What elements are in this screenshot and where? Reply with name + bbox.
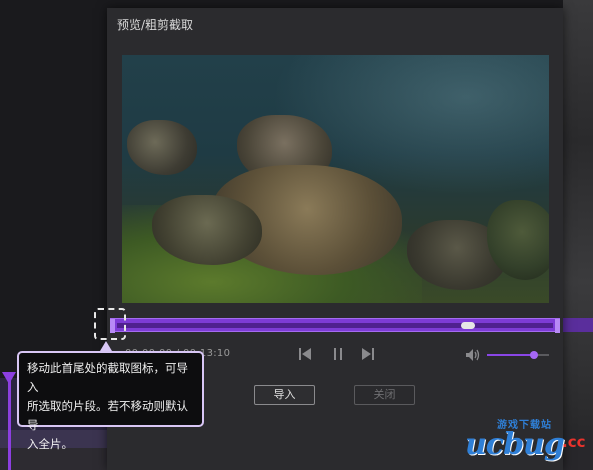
playhead-knob[interactable]	[461, 322, 475, 329]
trim-timeline[interactable]	[107, 318, 563, 333]
site-watermark: 游戏下载站 ucbug .cc	[465, 413, 593, 470]
tooltip-pointer	[100, 341, 112, 351]
volume-slider-fill	[487, 354, 534, 356]
background-playhead-marker[interactable]	[2, 372, 16, 384]
trim-range-track	[117, 323, 553, 328]
tooltip-text-line: 所选取的片段。若不移动则默认导	[27, 399, 188, 432]
background-track-clip	[563, 318, 593, 332]
prev-frame-icon[interactable]	[298, 347, 312, 361]
background-panel	[563, 0, 593, 470]
trim-hint-tooltip: 移动此首尾处的截取图标，可导入 所选取的片段。若不移动则默认导 入全片。	[17, 351, 204, 451]
trim-start-highlight	[94, 308, 126, 340]
background-playhead[interactable]	[8, 376, 11, 470]
close-button[interactable]: 关闭	[354, 385, 415, 405]
import-button[interactable]: 导入	[254, 385, 315, 405]
volume-slider[interactable]	[487, 351, 549, 359]
video-frame-rock	[127, 120, 197, 175]
video-preview	[122, 55, 549, 303]
dialog-title: 预览/粗剪截取	[117, 18, 194, 32]
volume-icon[interactable]	[465, 348, 481, 362]
trim-range-bar[interactable]	[110, 318, 560, 333]
volume-slider-knob[interactable]	[529, 351, 538, 359]
pause-icon[interactable]	[331, 347, 345, 361]
watermark-suffix: .cc	[562, 433, 586, 451]
next-frame-icon[interactable]	[361, 347, 375, 361]
tooltip-text-line: 移动此首尾处的截取图标，可导入	[27, 361, 188, 394]
tooltip-text-line: 入全片。	[27, 437, 73, 451]
watermark-brand: ucbug	[465, 427, 565, 462]
trim-end-handle[interactable]	[555, 319, 560, 333]
